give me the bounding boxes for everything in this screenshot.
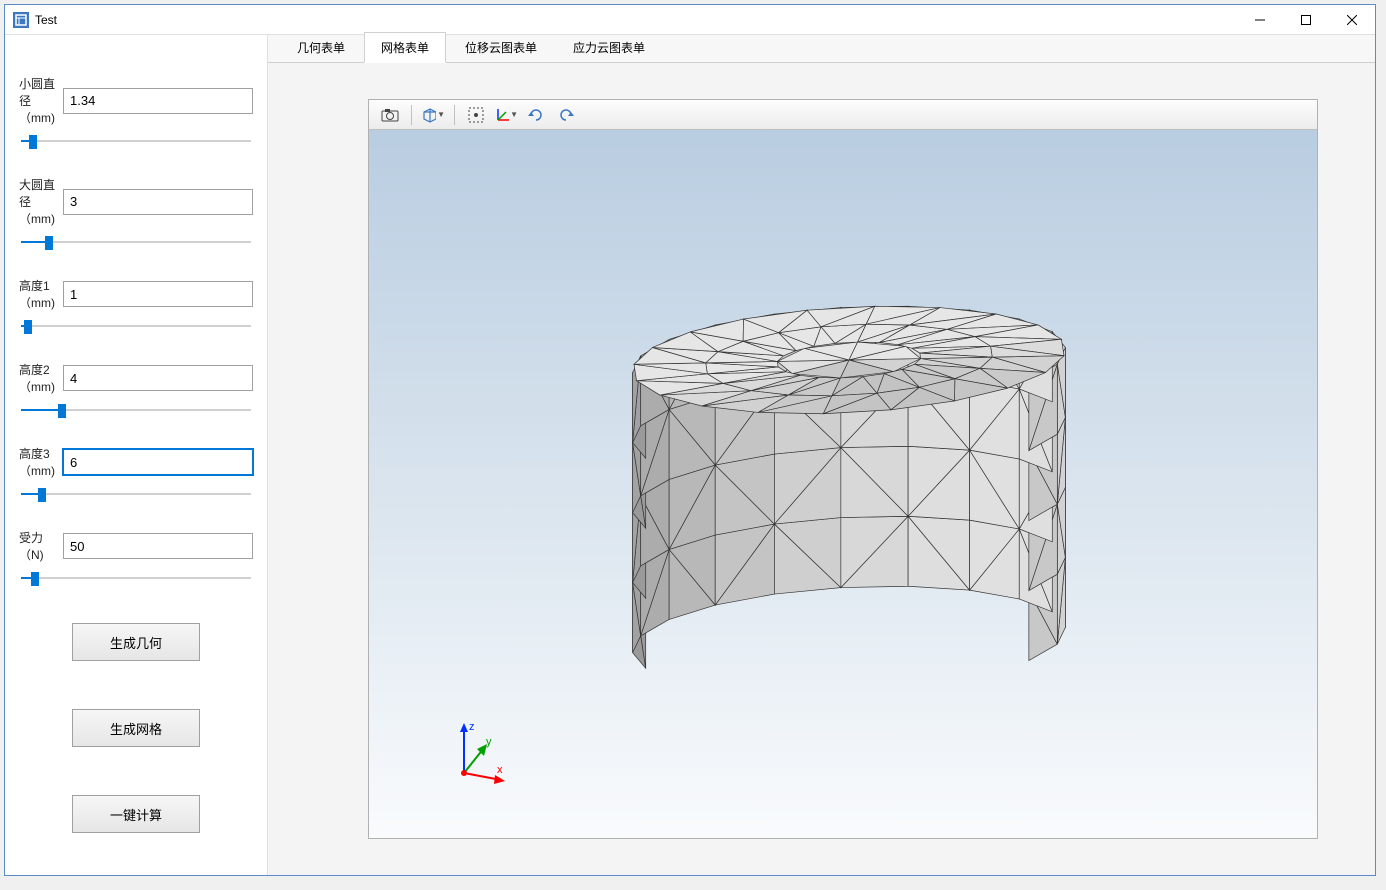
param-row: 高度2（mm) xyxy=(19,361,253,395)
param-label: 受力（N) xyxy=(19,529,63,563)
rotate-cw-icon[interactable] xyxy=(523,103,549,127)
maximize-button[interactable] xyxy=(1283,5,1329,35)
param-label: 大圆直径（mm) xyxy=(19,176,63,227)
rotate-ccw-icon[interactable] xyxy=(553,103,579,127)
window-title: Test xyxy=(35,13,1237,27)
param-label: 高度3（mm) xyxy=(19,445,63,479)
app-window: Test 小圆直径（mm) 大圆直径（mm) 高度1（mm) 高度2（mm) 高度3（m… xyxy=(4,4,1376,876)
sidebar: 小圆直径（mm) 大圆直径（mm) 高度1（mm) 高度2（mm) 高度3（mm) 受力（… xyxy=(5,35,267,875)
param-input[interactable] xyxy=(63,365,253,391)
param-label: 小圆直径（mm) xyxy=(19,75,63,126)
param-row: 高度3（mm) xyxy=(19,445,253,479)
param-label: 高度1（mm) xyxy=(19,277,63,311)
tab-mesh[interactable]: 网格表单 xyxy=(364,32,446,63)
viewport-wrap: ▼▼ z x xyxy=(268,63,1375,875)
svg-text:z: z xyxy=(469,721,475,733)
param-row: 受力（N) xyxy=(19,529,253,563)
tab-disp[interactable]: 位移云图表单 xyxy=(448,32,554,62)
param-input[interactable] xyxy=(63,189,253,215)
param-slider[interactable] xyxy=(19,132,253,150)
param-row: 高度1（mm) xyxy=(19,277,253,311)
param-slider[interactable] xyxy=(19,317,253,335)
cube-view-icon[interactable]: ▼ xyxy=(420,103,446,127)
coordinate-triad: z x y xyxy=(439,718,509,788)
gen-geometry-button[interactable]: 生成几何 xyxy=(72,623,200,661)
main-area: 几何表单网格表单位移云图表单应力云图表单 ▼▼ z xyxy=(267,35,1375,875)
axes-icon[interactable]: ▼ xyxy=(493,103,519,127)
svg-text:x: x xyxy=(497,764,503,776)
minimize-button[interactable] xyxy=(1237,5,1283,35)
param-slider[interactable] xyxy=(19,485,253,503)
gen-mesh-button[interactable]: 生成网格 xyxy=(72,709,200,747)
3d-canvas[interactable]: z x y xyxy=(369,130,1317,838)
svg-text:y: y xyxy=(486,736,492,748)
app-icon xyxy=(13,12,29,28)
param-input[interactable] xyxy=(63,449,253,475)
param-row: 大圆直径（mm) xyxy=(19,176,253,227)
titlebar: Test xyxy=(5,5,1375,35)
fit-all-icon[interactable] xyxy=(463,103,489,127)
param-row: 小圆直径（mm) xyxy=(19,75,253,126)
param-input[interactable] xyxy=(63,533,253,559)
param-slider[interactable] xyxy=(19,569,253,587)
viewport: ▼▼ z x xyxy=(368,99,1318,839)
close-button[interactable] xyxy=(1329,5,1375,35)
param-slider[interactable] xyxy=(19,401,253,419)
tabs: 几何表单网格表单位移云图表单应力云图表单 xyxy=(268,35,1375,63)
content: 小圆直径（mm) 大圆直径（mm) 高度1（mm) 高度2（mm) 高度3（mm) 受力（… xyxy=(5,35,1375,875)
view-toolbar: ▼▼ xyxy=(369,100,1317,130)
mesh-model xyxy=(369,130,1317,838)
tab-geom[interactable]: 几何表单 xyxy=(280,32,362,62)
camera-icon[interactable] xyxy=(377,103,403,127)
tab-stress[interactable]: 应力云图表单 xyxy=(556,32,662,62)
param-slider[interactable] xyxy=(19,233,253,251)
param-label: 高度2（mm) xyxy=(19,361,63,395)
param-input[interactable] xyxy=(63,281,253,307)
param-input[interactable] xyxy=(63,88,253,114)
one-click-button[interactable]: 一键计算 xyxy=(72,795,200,833)
window-controls xyxy=(1237,5,1375,35)
